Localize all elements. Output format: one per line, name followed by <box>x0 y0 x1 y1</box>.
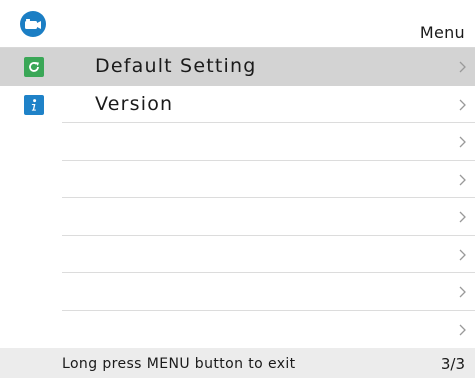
chevron-right-icon <box>459 249 466 260</box>
menu-item-empty[interactable] <box>0 123 475 161</box>
menu-item-version[interactable]: Version <box>0 86 475 123</box>
chevron-right-icon <box>459 61 466 73</box>
exit-hint: Long press MENU button to exit <box>62 356 296 372</box>
info-icon <box>24 94 44 115</box>
menu-item-empty[interactable] <box>0 161 475 198</box>
menu-item-empty[interactable] <box>0 311 475 349</box>
menu-item-label: Default Setting <box>95 55 257 77</box>
chevron-right-icon <box>459 174 466 185</box>
menu-item-empty[interactable] <box>0 236 475 273</box>
menu-item-empty[interactable] <box>0 273 475 311</box>
footer-bar: Long press MENU button to exit 3/3 <box>0 348 475 378</box>
chevron-right-icon <box>459 211 466 223</box>
page-indicator: 3/3 <box>440 355 465 373</box>
chevron-right-icon <box>459 136 466 148</box>
refresh-icon <box>24 57 44 77</box>
menu-screen: Menu Default Setting Version Long press … <box>0 0 475 378</box>
menu-list: Default Setting Version <box>0 48 475 348</box>
chevron-right-icon <box>459 99 466 110</box>
menu-item-label: Version <box>95 92 174 115</box>
chevron-right-icon <box>459 324 466 335</box>
page-title: Menu <box>419 23 465 42</box>
menu-item-default-setting[interactable]: Default Setting <box>0 48 475 86</box>
menu-item-empty[interactable] <box>0 198 475 236</box>
header-bar: Menu <box>0 0 475 48</box>
chevron-right-icon <box>459 286 466 298</box>
camera-app-icon <box>20 11 46 37</box>
